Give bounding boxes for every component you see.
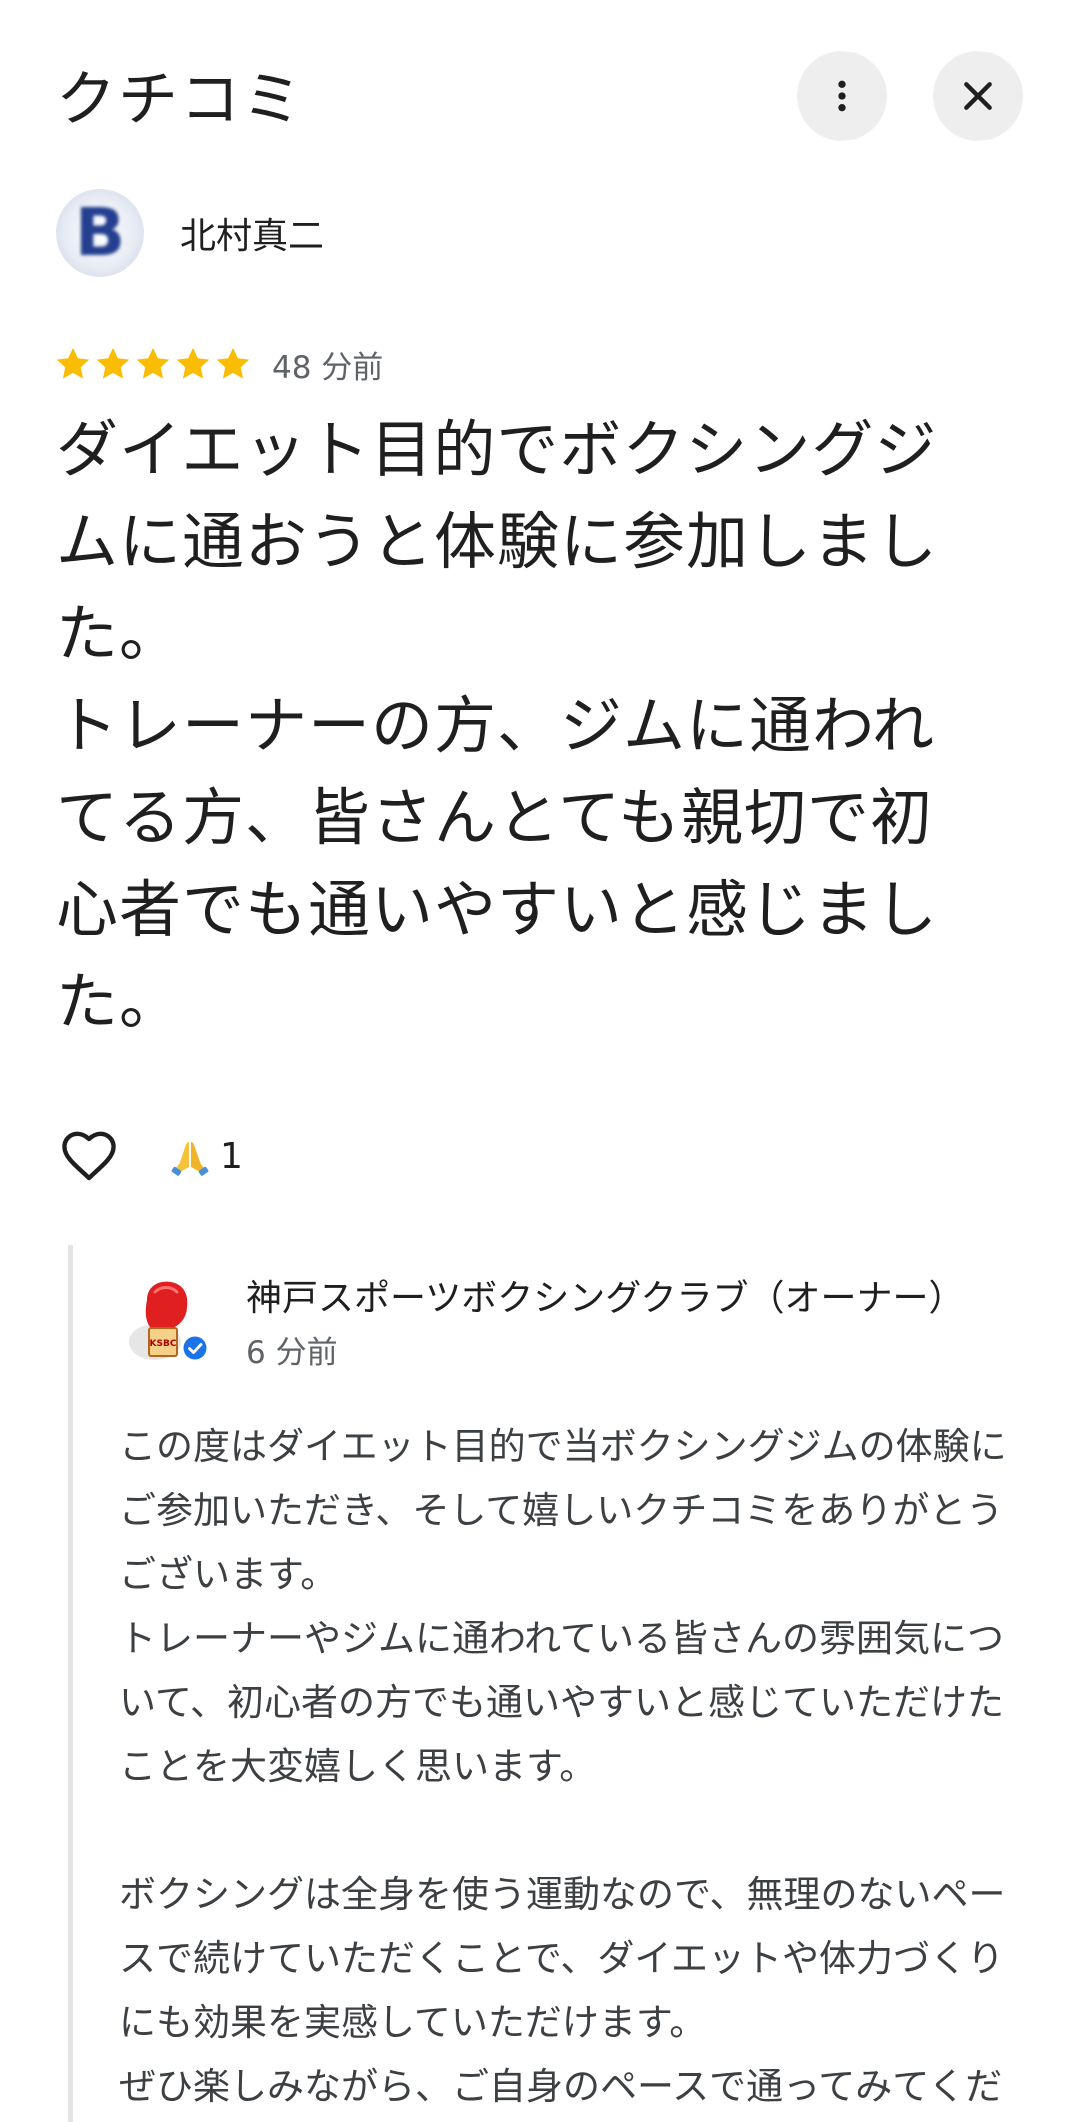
review-time: 48 分前	[272, 349, 384, 386]
star-icon	[56, 347, 90, 379]
avatar-letter: B	[74, 194, 126, 271]
heart-outline-icon	[62, 1131, 116, 1181]
review-text: ダイエット目的でボクシングジ ムに通おうと体験に参加しまし た。 トレーナーの方…	[56, 413, 939, 1038]
close-icon	[964, 82, 992, 110]
owner-avatar-label: KSBC	[150, 1339, 177, 1349]
owner-reply-text: この度はダイエット目的で当ボクシングジムの体験に ご参加いただき、そして嬉しいク…	[119, 1425, 1007, 2108]
folded-hands-emoji	[171, 1142, 209, 1176]
reviewer-avatar[interactable]: B	[56, 189, 144, 277]
reviewer-name[interactable]: 北村真二	[180, 207, 324, 259]
owner-name[interactable]: 神戸スポーツボクシングクラブ（オーナー）	[246, 1273, 965, 1325]
owner-reply: KSBC 神戸スポーツボクシングクラブ（オーナー） 6 分前 この度はダイエット…	[68, 1245, 1073, 2122]
rating-row: 48 分前	[54, 340, 383, 388]
owner-reply-time: 6 分前	[246, 1335, 338, 1371]
more-options-button[interactable]	[797, 51, 887, 141]
reaction-chip[interactable]: 1	[170, 1136, 243, 1177]
star-icon	[216, 347, 250, 379]
like-button[interactable]	[56, 1123, 122, 1189]
page-title: クチコミ	[56, 65, 304, 135]
reviewer-profile[interactable]: B 北村真二	[56, 188, 324, 278]
star-icon	[96, 347, 130, 379]
star-icon	[176, 347, 210, 379]
header: クチコミ	[0, 0, 1080, 180]
more-vert-icon	[838, 80, 846, 112]
close-button[interactable]	[933, 51, 1023, 141]
owner-avatar[interactable]: KSBC	[125, 1278, 215, 1368]
star-icon	[136, 347, 170, 379]
reaction-count: 1	[220, 1135, 243, 1177]
reaction-row: 1	[56, 1120, 243, 1192]
